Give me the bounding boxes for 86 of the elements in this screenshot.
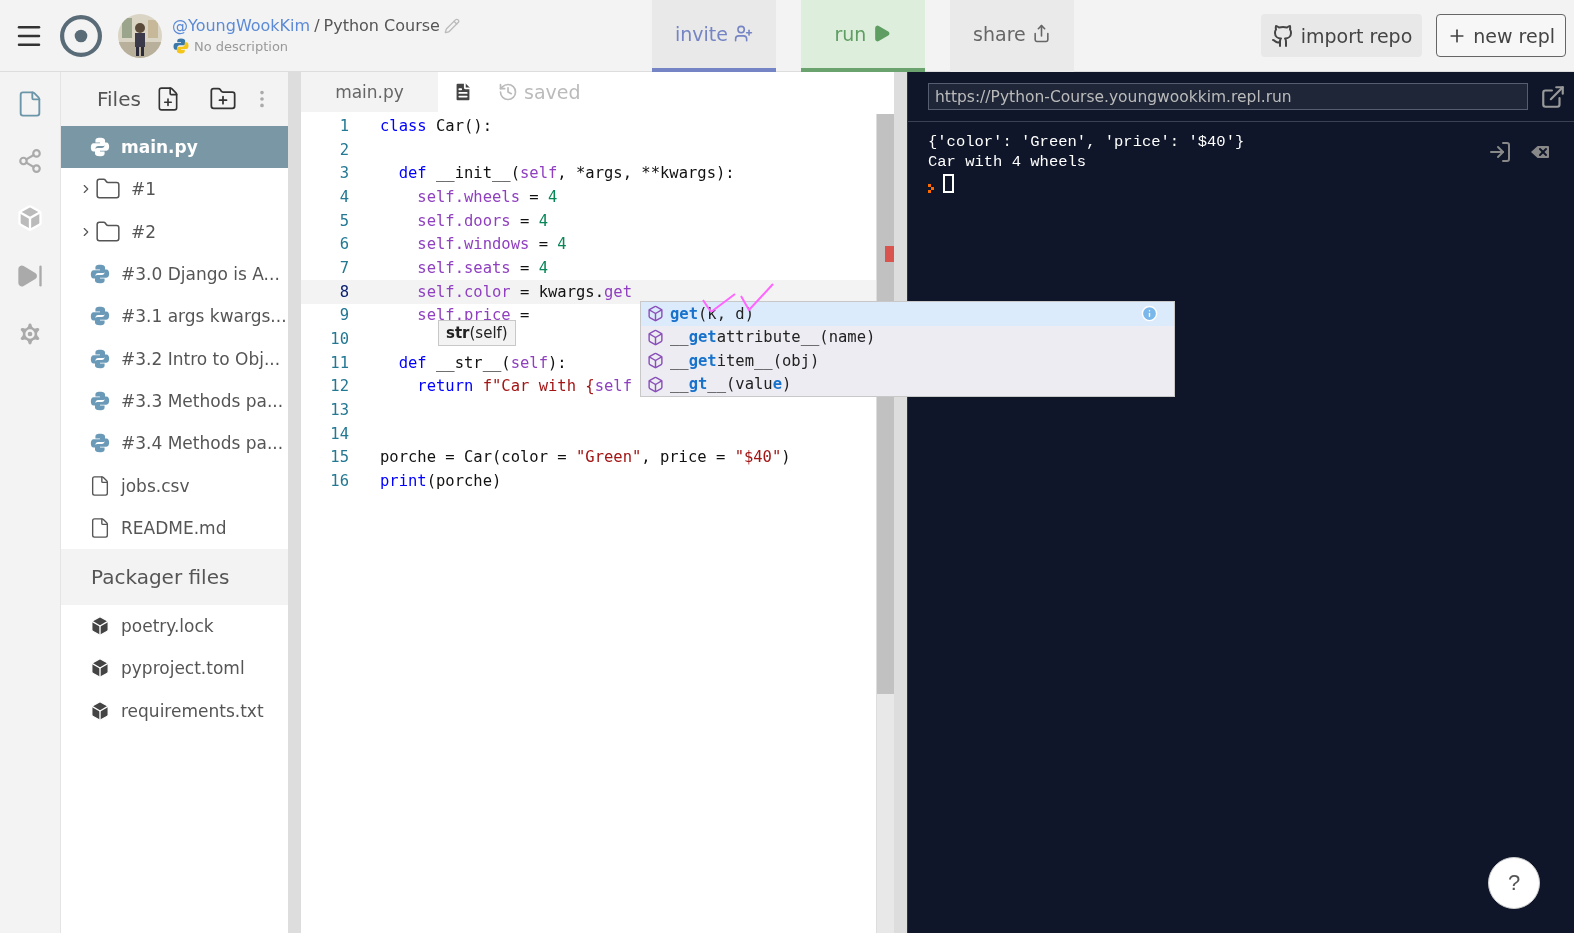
cube-icon [647,305,664,323]
code-text: self.windows = 4 [416,235,567,254]
import-repo-button[interactable]: import repo [1260,14,1423,57]
cube-icon [647,375,664,393]
files-title: Files [97,87,141,111]
code-text: class Car(): [380,116,492,135]
input-icon[interactable] [1488,140,1512,164]
add-user-icon [733,24,753,43]
line-number: 3 [338,164,349,183]
suggestion-item[interactable]: __gt__(value) [641,372,1174,396]
line-number: 11 [329,353,349,372]
info-icon[interactable] [1141,305,1158,323]
pencil-icon[interactable] [443,17,460,34]
new-repl-button[interactable]: new repl [1436,14,1566,57]
file-item[interactable]: requirements.txt [61,689,288,732]
file-icon [89,474,111,497]
python-icon [89,389,111,412]
suggestion-item[interactable]: __getattribute__(name) [641,325,1174,349]
file-tab[interactable]: main.py [301,72,438,112]
repl-name: Python Course [323,16,440,35]
code-text: self.wheels = 4 [416,187,558,206]
share-icon[interactable] [17,148,43,174]
file-item[interactable]: #3.0 Django is A... [61,252,288,296]
code-text: def __str__(self): [397,353,567,372]
python-icon [89,136,111,159]
line-number: 14 [329,424,349,443]
line-number: 8 [338,282,349,301]
logo-icon[interactable] [60,14,102,57]
share-button[interactable]: share [949,0,1074,72]
code-text: self.doors = 4 [416,211,548,230]
line-number: 7 [338,258,349,277]
file-item[interactable]: #3.4 Methods pa... [61,422,288,465]
cube-icon [647,352,664,370]
file-item[interactable]: poetry.lock [61,604,288,648]
file-item[interactable]: #2 [61,210,288,253]
suggestion-item[interactable]: __getitem__(obj) [641,349,1174,373]
python-icon [89,432,111,455]
signature-tooltip: str(self) [438,320,516,346]
file-item[interactable]: README.md [61,506,288,549]
text-cursor [943,174,954,193]
help-button[interactable]: ? [1488,857,1540,909]
separator-text: / [314,16,320,35]
package-icon [89,615,111,638]
code-text: self.color = kwargs.get [416,282,632,301]
file-item[interactable]: #3.3 Methods pa... [61,379,288,423]
file-icon [89,516,111,539]
code-text: porche = Car(color = "Green", price = "$40") [380,448,791,467]
line-number: 2 [338,140,349,159]
line-number: 13 [329,401,349,420]
line-number: 6 [338,235,349,254]
package-icon [89,657,111,680]
code-text: print(porche) [380,472,502,491]
line-number: 16 [329,472,349,491]
python-icon [172,37,190,55]
python-icon [89,263,111,286]
file-item[interactable]: #3.1 args kwargs... [61,295,288,338]
description-text: No description [194,38,289,54]
play-icon [872,24,892,43]
github-icon [1270,23,1295,48]
python-icon [89,347,111,370]
console-output: Car with 4 wheels [928,152,1088,172]
saved-status: saved [524,81,581,103]
open-external-icon[interactable] [1540,83,1566,110]
line-number: 1 [338,116,349,135]
code-text: return f"Car with {self [416,377,632,396]
file-item[interactable]: pyproject.toml [61,647,288,690]
python-icon [89,305,111,328]
history-icon [498,82,518,102]
cube-icon [647,328,664,346]
code-text: def __init__(self, *args, **kwargs): [397,164,735,183]
line-number: 12 [329,377,349,396]
packager-title: Packager files [91,564,230,589]
share-icon [1031,24,1051,43]
console-output: {'color': 'Green', 'price': '$40'} [928,132,1246,152]
file-item[interactable]: jobs.csv [61,464,288,507]
file-item[interactable]: #1 [61,168,288,211]
package-icon [89,699,111,722]
package-icon[interactable] [16,204,44,232]
file-item[interactable]: #3.2 Intro to Obj... [61,337,288,380]
url-field[interactable]: https://Python-Course.youngwookkim.repl.run [928,83,1528,110]
code-text: self.seats = 4 [416,258,548,277]
line-number: 4 [338,187,349,206]
line-number: 10 [329,330,349,349]
line-number: 9 [338,306,349,325]
line-number: 5 [338,211,349,230]
line-number: 15 [329,448,349,467]
